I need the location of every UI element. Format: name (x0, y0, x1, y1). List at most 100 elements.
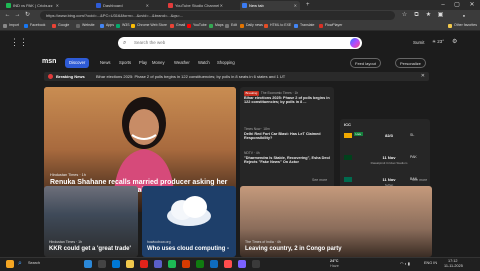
search-input[interactable]: ⌕ Search the web (118, 37, 362, 49)
new-tab-button[interactable]: + (304, 1, 314, 10)
close-icon[interactable]: ✕ (294, 1, 297, 10)
settings-icon[interactable]: ⚙ (452, 38, 457, 45)
bookmark-item[interactable]: Other favorites (448, 22, 477, 29)
bookmark-item[interactable]: FlowPlayer (319, 22, 342, 29)
list-item[interactable]: NDTV · 4h "Dharmendra Is Stable, Recover… (244, 151, 332, 165)
office-icon[interactable] (182, 260, 190, 268)
tab-favicon-icon (242, 3, 247, 8)
edge-icon[interactable] (112, 260, 120, 268)
news-source: The Economic Times · 1h (260, 91, 299, 95)
news-card-3[interactable]: The Times of India · 4h Leaving country,… (240, 186, 432, 257)
bookmark-item[interactable]: Google (52, 22, 69, 29)
app-icon-2[interactable] (224, 260, 232, 268)
bookmark-item[interactable]: YouTube (187, 22, 207, 29)
score-value: 11 Nov (382, 155, 396, 160)
bookmark-item[interactable]: HTML to EXE (264, 22, 291, 29)
star-icon[interactable]: ☆ (400, 11, 409, 20)
tab-2[interactable]: Dashboard ✕ (94, 1, 152, 10)
msn-logo[interactable]: msn (42, 58, 56, 65)
favorites-icon[interactable]: ★ (424, 11, 433, 20)
see-more-news-link[interactable]: See more (312, 178, 327, 182)
close-icon[interactable]: ✕ (220, 1, 223, 10)
forward-icon[interactable]: → (13, 11, 22, 20)
search-icon[interactable]: ⌕ (18, 260, 26, 268)
breaking-news-bar[interactable]: Breaking News Bihar elections 2025: Phas… (44, 72, 429, 81)
refresh-icon[interactable]: ↻ (23, 11, 32, 20)
breaking-badge: Breaking (244, 91, 259, 96)
bookmark-item[interactable]: Import (3, 22, 19, 29)
app-icon-3[interactable] (238, 260, 246, 268)
bookmark-item[interactable]: Facebook (24, 22, 45, 29)
list-item[interactable]: Breaking The Economic Times · 1h Bihar el… (244, 91, 332, 105)
clock-time[interactable]: 17:12 (448, 259, 458, 263)
score-row[interactable]: Live SL 82/3 (344, 131, 426, 151)
bookmark-item[interactable]: Daily news (240, 22, 263, 29)
app-icon-4[interactable] (252, 260, 260, 268)
news-card-2[interactable]: howtoohow.org Who uses cloud computing - (142, 186, 236, 257)
nav-shopping[interactable]: Shopping (217, 58, 235, 68)
tab-1[interactable]: IND vs PAK | Cricbuzz ✕ (4, 1, 62, 10)
copilot-icon[interactable] (350, 38, 360, 48)
bookmark-item[interactable]: Edit (225, 22, 237, 29)
minimize-icon[interactable]: – (436, 0, 450, 10)
window-close-icon[interactable]: ✕ (465, 0, 479, 10)
bookmark-item[interactable]: Apps (100, 22, 114, 29)
hero-person-image (114, 97, 174, 191)
list-item[interactable]: Times Now · 18m Delhi Red Fort Car Blast… (244, 127, 332, 141)
task-view-icon[interactable] (98, 260, 106, 268)
teams-icon[interactable] (154, 260, 162, 268)
tab-bar: IND vs PAK | Cricbuzz ✕ Dashboard ✕ YouT… (0, 0, 480, 10)
maximize-icon[interactable]: ▢ (450, 0, 464, 10)
profile-icon[interactable]: ● (456, 11, 472, 20)
app-icon[interactable] (140, 260, 148, 268)
clock-date[interactable]: 11-11-2025 (444, 264, 463, 268)
bookmark-item[interactable]: Website (76, 22, 95, 29)
apps-grid-icon[interactable]: ⋮⋮ (10, 37, 28, 48)
close-icon[interactable]: ✕ (146, 1, 149, 10)
xbox-icon[interactable] (196, 260, 204, 268)
windows-start-icon[interactable] (84, 260, 92, 268)
nav-sports[interactable]: Sports (119, 58, 131, 68)
personalize-button[interactable]: Personalize (395, 58, 426, 68)
hero-source: Hindustan Times · 1h (50, 173, 86, 177)
chrome-icon[interactable] (168, 260, 176, 268)
weather-temp[interactable]: 24°C (330, 259, 338, 263)
close-icon[interactable]: ✕ (421, 72, 425, 81)
breaking-label: Breaking News (56, 74, 85, 79)
team-name: PAK (410, 155, 417, 159)
bookmark-item[interactable]: Chrome Web Store (131, 22, 167, 29)
bookmark-item[interactable]: Translate (294, 22, 314, 29)
card-title: KKR could get a 'great trade' (49, 246, 131, 252)
user-name[interactable]: Sumit (413, 40, 425, 45)
file-explorer-icon[interactable] (126, 260, 134, 268)
score-row[interactable]: PAK 11 Nov Rawalpindi Cricket Stadium (344, 153, 426, 173)
wifi-icon[interactable]: ◠ ◖ ▮ (400, 261, 410, 266)
tab-title: IND vs PAK | Cricbuzz (13, 3, 53, 8)
nav-money[interactable]: Money (152, 58, 165, 68)
bookmark-item[interactable]: Gmail (170, 22, 185, 29)
bookmark-item[interactable]: Maps (209, 22, 224, 29)
widgets-icon[interactable] (6, 260, 14, 268)
nav-watch[interactable]: Watch (198, 58, 210, 68)
bookmark-item[interactable]: W3S (116, 22, 130, 29)
nav-news[interactable]: News (100, 58, 110, 68)
news-card-1[interactable]: Hindustan Times · 1h KKR could get a 'gr… (44, 186, 138, 257)
edit-icon (225, 23, 229, 28)
taskbar-search-label[interactable]: Search (28, 261, 40, 265)
feed-layout-button[interactable]: Feed layout (350, 58, 381, 68)
language-indicator[interactable]: ENG IN (424, 261, 437, 265)
extensions-icon[interactable]: ⧉ (412, 11, 421, 20)
see-more-scores-link[interactable]: See more (412, 178, 427, 182)
url-field[interactable]: https://www.bing.com/?ocid=...&PC=U316&f… (40, 11, 395, 20)
tab-3[interactable]: YouTube Studio Channel ✕ (166, 1, 226, 10)
nav-discover[interactable]: Discover (65, 58, 90, 68)
nav-weather[interactable]: Weather (174, 58, 190, 68)
store-icon[interactable] (210, 260, 218, 268)
nav-play[interactable]: Play (139, 58, 147, 68)
close-icon[interactable]: ✕ (56, 1, 59, 10)
header-weather[interactable]: ☀ 23° (432, 39, 444, 45)
search-placeholder: Search the web (134, 40, 166, 45)
back-icon[interactable]: ← (3, 11, 12, 20)
collections-icon[interactable]: ▣ (436, 11, 445, 20)
tab-4[interactable]: New tab ✕ (240, 1, 300, 10)
